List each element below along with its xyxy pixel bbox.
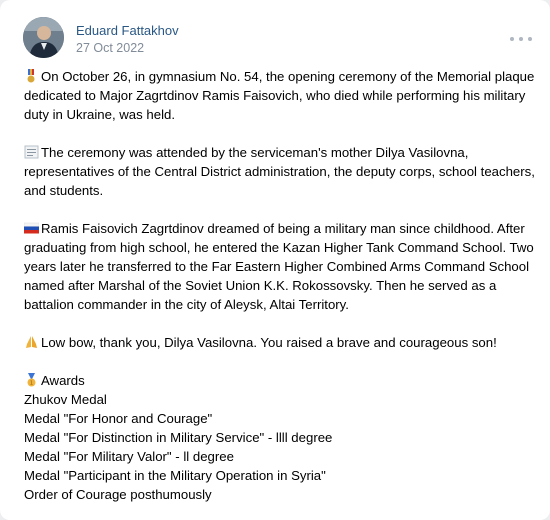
text-line: Low bow, thank you, Dilya Vasilovna. You… [24, 333, 536, 352]
author-avatar[interactable] [23, 17, 64, 58]
military-medal-icon [27, 69, 35, 83]
post-paragraph: Ramis Faisovich Zagrtdinov dreamed of be… [24, 219, 536, 314]
post-date[interactable]: 27 Oct 2022 [76, 41, 144, 55]
folded-hands-icon [26, 336, 37, 348]
post-paragraph: The ceremony was attended by the service… [24, 143, 536, 200]
text-line: and students. [24, 183, 104, 198]
more-dot [510, 37, 514, 41]
text-line: duty in Ukraine, was held. [24, 107, 175, 122]
text-line: dedicated to Major Zagrtdinov Ramis Fais… [24, 88, 526, 103]
svg-text:1: 1 [30, 381, 33, 387]
post-text: On October 26, in gymnasium No. 54, the … [24, 67, 536, 504]
text-line: On October 26, in gymnasium No. 54, the … [24, 67, 536, 86]
author-name[interactable]: Eduard Fattakhov [76, 23, 179, 38]
text-line: The ceremony was attended by the service… [24, 143, 536, 162]
text-line: Medal "For Military Valor" - ll degree [24, 449, 234, 464]
more-options-icon[interactable] [510, 31, 532, 47]
text-line: Medal "For Distinction in Military Servi… [24, 430, 333, 445]
text-line: Medal "For Honor and Courage" [24, 411, 213, 426]
text-line: named after Marshal of the Soviet Union … [24, 278, 497, 293]
text-line: Zhukov Medal [24, 392, 107, 407]
page-icon [24, 145, 39, 159]
medal-icon: 1 [27, 373, 36, 387]
text-line: 1 Awards [24, 371, 536, 390]
avatar-photo [23, 17, 64, 58]
text-line: Medal "Participant in the Military Opera… [24, 468, 326, 483]
text-line: years later he transferred to the Far Ea… [24, 259, 530, 274]
text-line: battalion commander in the city of Aleys… [24, 297, 349, 312]
post-paragraph: On October 26, in gymnasium No. 54, the … [24, 67, 536, 124]
more-dot [519, 37, 523, 41]
russia-flag-icon [24, 222, 39, 234]
post-paragraph: 1 Awards Zhukov Medal Medal "For Honor an… [24, 371, 536, 504]
post-paragraph: Low bow, thank you, Dilya Vasilovna. You… [24, 333, 536, 352]
text-line: graduating from high school, he entered … [24, 240, 534, 255]
text-line: Ramis Faisovich Zagrtdinov dreamed of be… [24, 219, 536, 238]
post-card: Eduard Fattakhov 27 Oct 2022 On October … [0, 0, 550, 520]
more-dot [528, 37, 532, 41]
text-line: representatives of the Central District … [24, 164, 535, 179]
text-line: Order of Courage posthumously [24, 487, 212, 502]
